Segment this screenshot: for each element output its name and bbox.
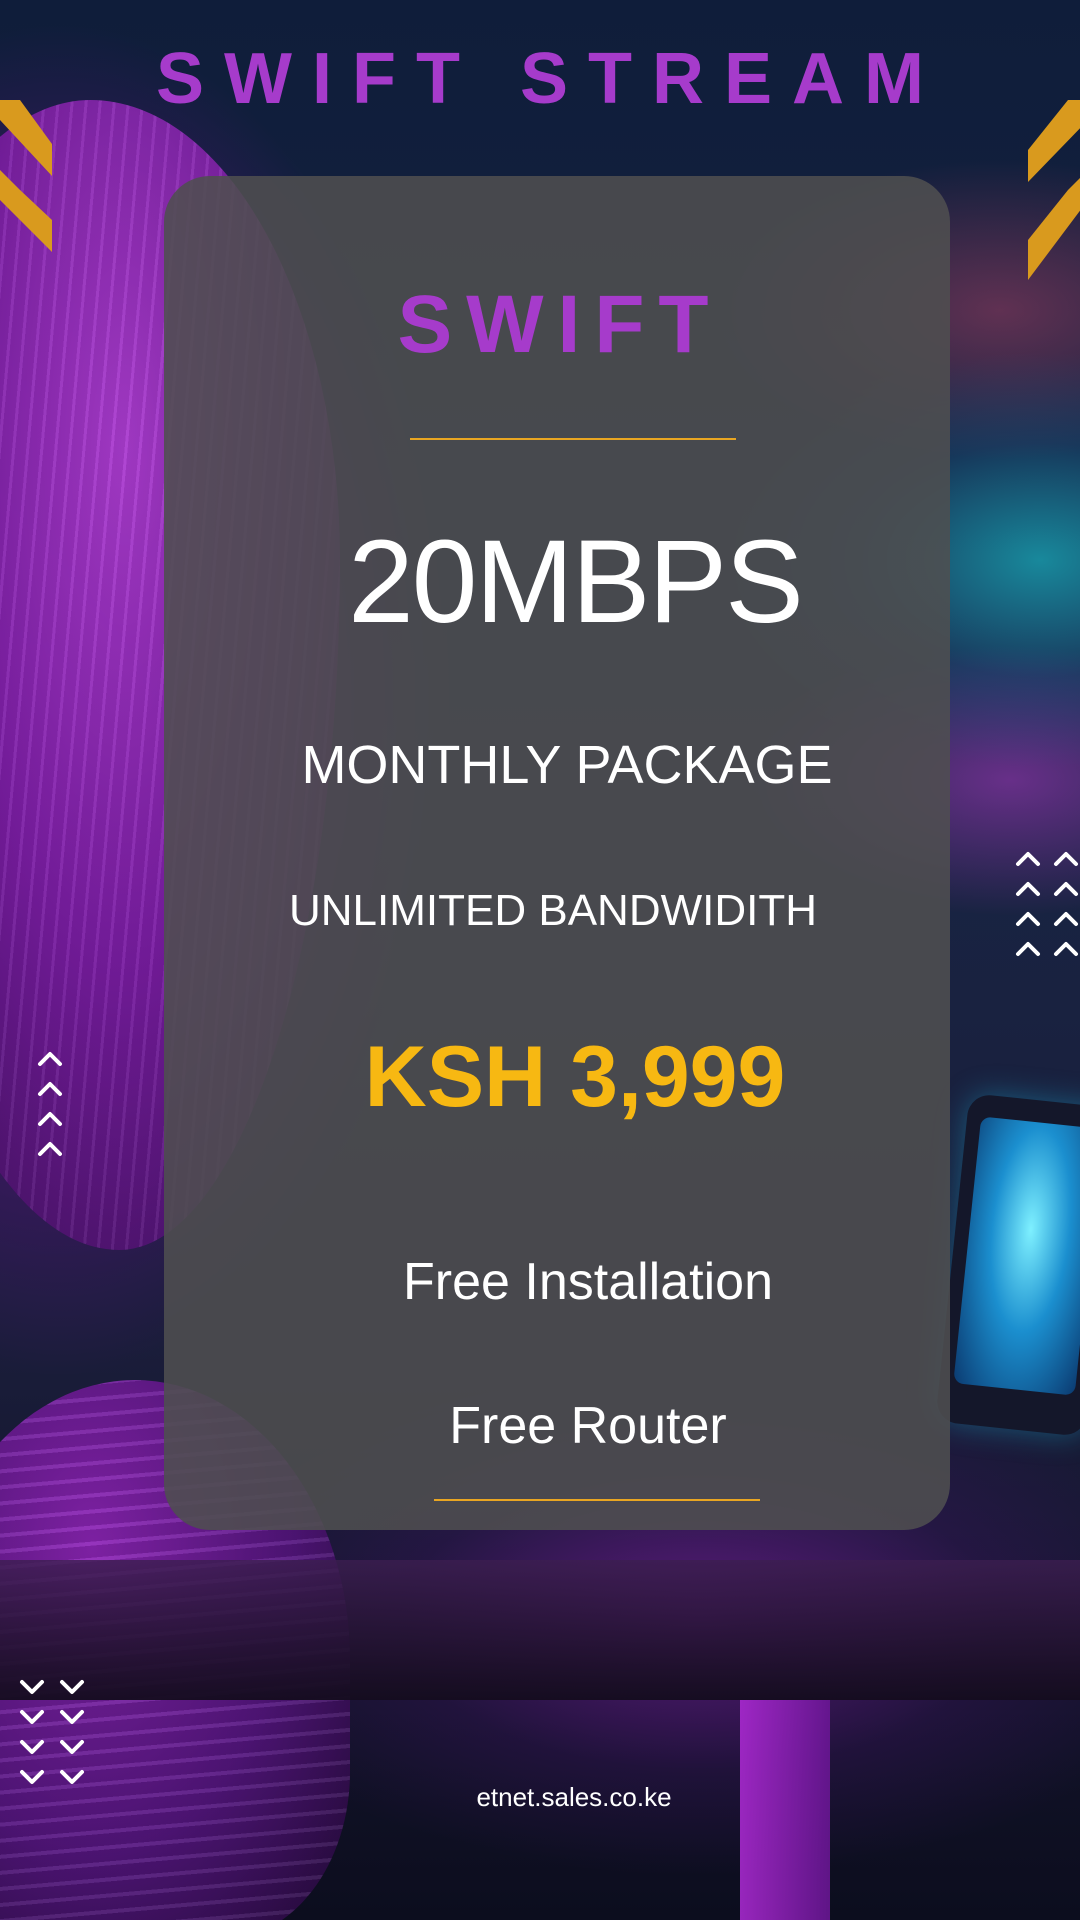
package-label: MONTHLY PACKAGE — [301, 735, 833, 795]
package-card — [164, 176, 950, 1530]
price-label: KSH 3,999 — [364, 1029, 786, 1125]
chevron-down-icon — [20, 1680, 84, 1784]
divider-top — [410, 438, 736, 440]
chevron-up-icon — [38, 1052, 62, 1156]
page-title: SWIFT STREAM — [156, 39, 944, 119]
chevron-up-icon — [1016, 852, 1078, 956]
desk-illustration — [0, 1560, 1080, 1700]
card-brand: SWIFT — [397, 279, 723, 370]
speed-label: 20MBPS — [348, 516, 804, 648]
bandwidth-label: UNLIMITED BANDWIDITH — [289, 886, 817, 935]
divider-bottom — [434, 1499, 760, 1501]
gold-stripes-left-icon — [0, 100, 52, 252]
feature-free-router: Free Router — [449, 1397, 727, 1455]
gold-stripes-right-icon — [1028, 100, 1080, 280]
website-url: etnet.sales.co.ke — [476, 1782, 672, 1812]
feature-free-installation: Free Installation — [403, 1253, 773, 1311]
